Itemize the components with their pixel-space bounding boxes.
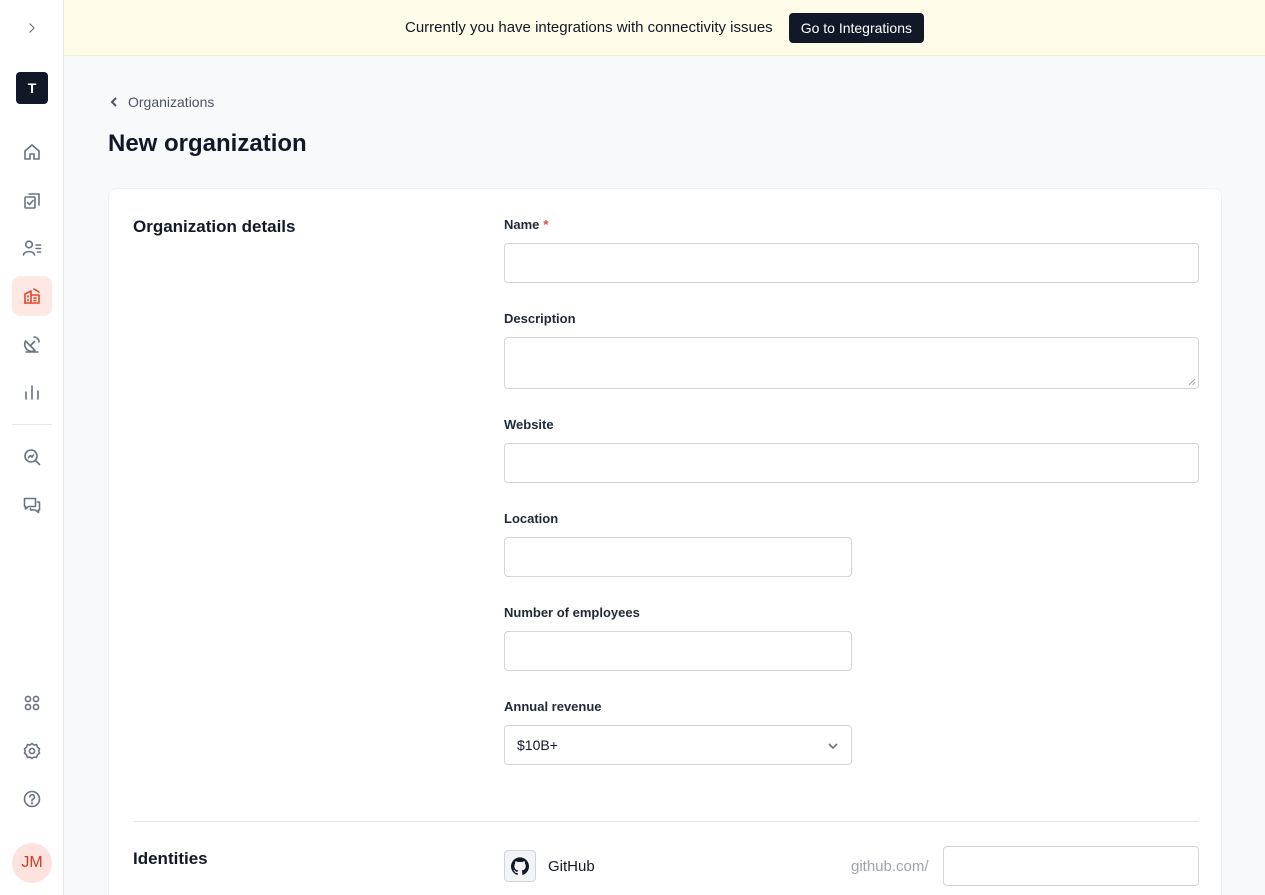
sidebar: T JM xyxy=(0,0,64,895)
name-label: Name * xyxy=(504,217,548,232)
revenue-label: Annual revenue xyxy=(504,699,602,714)
sidebar-item-conversations[interactable] xyxy=(12,485,52,525)
checklist-icon xyxy=(24,193,40,209)
identity-url-prefix: github.com/ xyxy=(851,858,929,875)
github-handle-input[interactable] xyxy=(943,846,1199,886)
sidebar-item-organizations[interactable] xyxy=(12,276,52,316)
github-icon-box xyxy=(504,850,536,882)
name-label-text: Name xyxy=(504,217,540,232)
annual-revenue-select[interactable]: $10B+ xyxy=(504,725,852,765)
employees-label: Number of employees xyxy=(504,605,640,620)
sidebar-item-search[interactable] xyxy=(12,437,52,477)
satellite-icon xyxy=(23,336,40,353)
gear-icon xyxy=(23,742,41,760)
chat-icon xyxy=(23,497,41,514)
user-avatar[interactable]: JM xyxy=(12,843,52,883)
breadcrumb-link-organizations[interactable]: Organizations xyxy=(128,94,214,110)
sidebar-item-home[interactable] xyxy=(12,132,52,172)
github-icon xyxy=(511,857,529,875)
chevron-left-icon xyxy=(110,97,117,107)
description-textarea[interactable] xyxy=(504,337,1199,389)
annual-revenue-value: $10B+ xyxy=(517,737,558,753)
sidebar-item-insights[interactable] xyxy=(12,324,52,364)
sidebar-item-reports[interactable] xyxy=(12,372,52,412)
go-to-integrations-button[interactable]: Go to Integrations xyxy=(788,12,924,43)
bar-chart-icon xyxy=(25,385,39,400)
workspace-switcher[interactable]: T xyxy=(16,72,48,104)
name-input[interactable] xyxy=(504,243,1199,283)
home-icon xyxy=(24,144,40,160)
organization-icon xyxy=(23,288,40,304)
section-title-details: Organization details xyxy=(133,217,296,236)
required-marker: * xyxy=(543,217,549,232)
connectivity-banner: Currently you have integrations with con… xyxy=(64,0,1265,56)
chevron-right-icon xyxy=(29,23,35,33)
sidebar-item-contacts[interactable] xyxy=(12,228,52,268)
description-label: Description xyxy=(504,311,576,326)
expand-sidebar-button[interactable] xyxy=(12,8,52,48)
search-insights-icon xyxy=(24,449,41,466)
employees-input[interactable] xyxy=(504,631,852,671)
location-input[interactable] xyxy=(504,537,852,577)
section-title-identities: Identities xyxy=(133,849,208,868)
website-label: Website xyxy=(504,417,554,432)
sidebar-divider xyxy=(12,424,52,425)
identity-name: GitHub xyxy=(548,858,595,875)
location-label: Location xyxy=(504,511,559,526)
resize-handle-icon[interactable] xyxy=(1188,378,1196,386)
sidebar-item-activities[interactable] xyxy=(12,181,52,221)
apps-grid-icon xyxy=(24,695,40,711)
banner-message: Currently you have integrations with con… xyxy=(405,19,773,36)
organization-form-card: Organization details Name * Description W… xyxy=(108,188,1222,895)
sidebar-item-apps[interactable] xyxy=(12,683,52,723)
section-divider xyxy=(133,821,1199,822)
sidebar-item-settings[interactable] xyxy=(12,731,52,771)
chevron-down-icon xyxy=(828,743,838,750)
help-icon xyxy=(23,790,41,808)
website-input[interactable] xyxy=(504,443,1199,483)
sidebar-item-help[interactable] xyxy=(12,779,52,819)
contacts-icon xyxy=(22,240,42,256)
breadcrumb[interactable]: Organizations xyxy=(108,92,214,112)
page-title: New organization xyxy=(108,130,307,157)
